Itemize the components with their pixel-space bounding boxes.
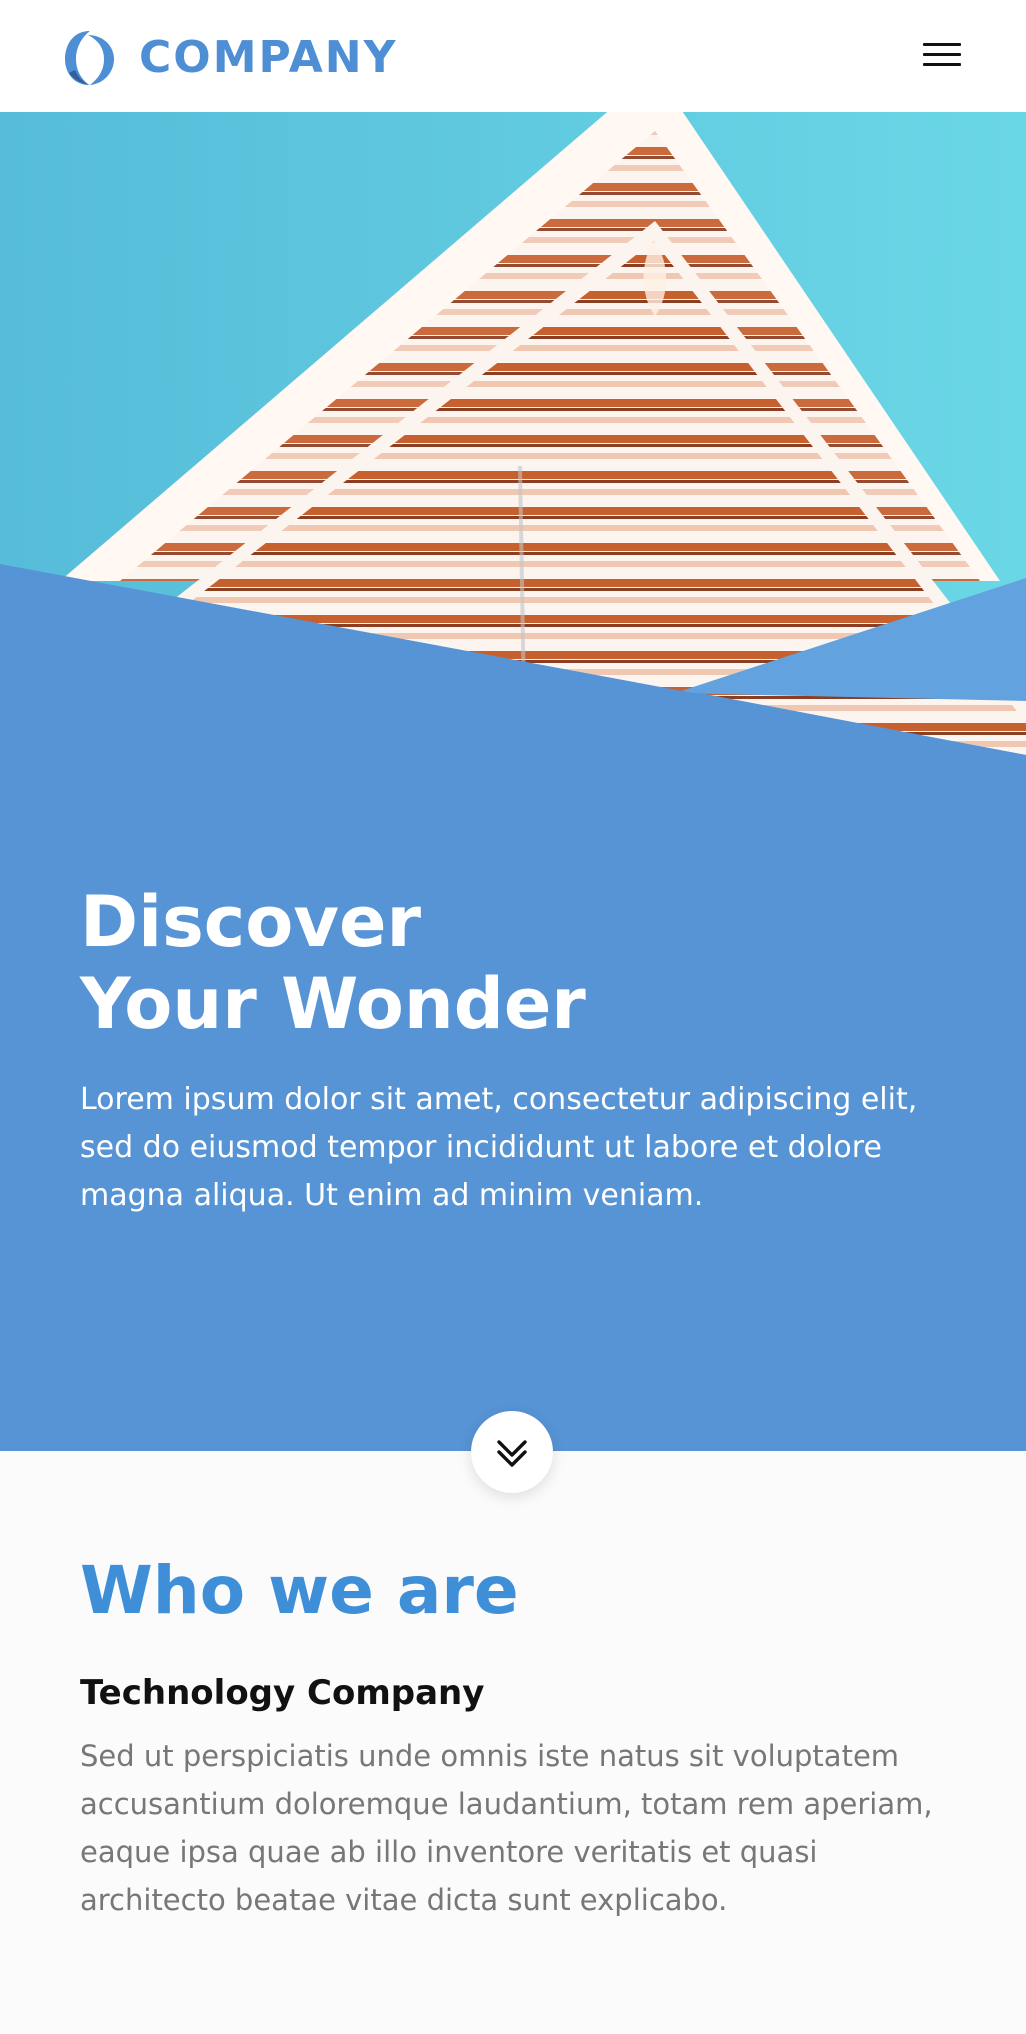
landing-page: COMPANY Discover Your Wonder Lorem ipsum…	[0, 0, 1026, 2034]
hero-building-image	[0, 111, 1026, 811]
hero-title-line-1: Discover	[80, 881, 421, 963]
about-section: Who we are Technology Company Sed ut per…	[0, 1451, 1026, 2034]
hamburger-menu-button[interactable]	[920, 38, 964, 72]
hamburger-menu-line	[923, 63, 961, 66]
brand-home-link[interactable]: COMPANY	[63, 28, 397, 88]
hero-title: Discover Your Wonder	[80, 881, 940, 1045]
hamburger-menu-icon	[923, 43, 961, 46]
brand-logo-icon	[65, 31, 114, 85]
hamburger-menu-line	[923, 53, 961, 56]
scroll-down-button[interactable]	[471, 1411, 553, 1493]
site-header: COMPANY	[0, 0, 1026, 112]
hero-description: Lorem ipsum dolor sit amet, consectetur …	[80, 1082, 918, 1213]
about-title: Who we are	[80, 1552, 519, 1629]
about-description: Sed ut perspiciatis unde omnis iste natu…	[80, 1739, 933, 1917]
hero-section: Discover Your Wonder Lorem ipsum dolor s…	[0, 111, 1026, 1451]
brand-name: COMPANY	[139, 32, 398, 83]
about-subtitle: Technology Company	[80, 1673, 485, 1713]
double-chevron-down-icon	[497, 1440, 527, 1467]
hero-title-line-2: Your Wonder	[80, 963, 586, 1045]
